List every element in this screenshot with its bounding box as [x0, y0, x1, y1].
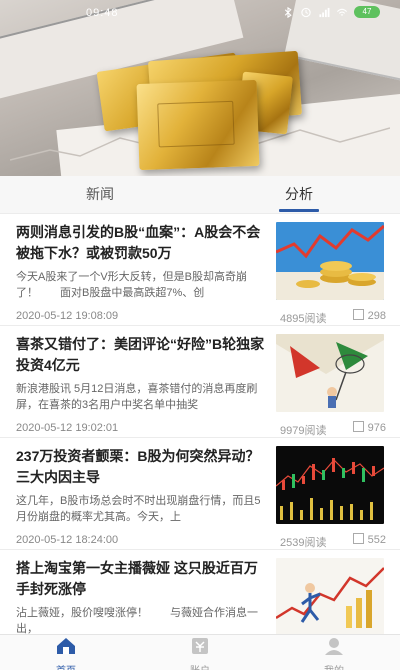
- article-item[interactable]: 237万投资者颤栗：B股为何突然异动？三大内因主导 这几年，B股市场总会时不时出…: [0, 438, 400, 550]
- article-item[interactable]: 两则消息引发的B股“血案”：A股会不会被拖下水？或被罚款50万 今天A股来了一个…: [0, 214, 400, 326]
- share-count[interactable]: 298: [352, 309, 386, 322]
- bluetooth-icon: [284, 6, 292, 18]
- article-date: 2020-05-12 18:24:00: [16, 534, 119, 546]
- share-count-value: 552: [367, 534, 386, 546]
- article-summary: 新浪港股讯 5月12日消息，喜茶错付的消息再度刷屏，在喜茶的3名用户中奖名单中抽…: [16, 383, 258, 411]
- article-date: 2020-05-12 19:08:09: [16, 310, 119, 322]
- article-title[interactable]: 237万投资者颤栗：B股为何突然异动？三大内因主导: [16, 446, 266, 488]
- article-date: 2020-05-12 19:02:01: [16, 422, 119, 434]
- clock-icon: [301, 7, 311, 17]
- article-title[interactable]: 搭上淘宝第一女主播薇娅 这只股近百万手封死涨停: [16, 558, 266, 600]
- thumbnail-image: [276, 446, 384, 524]
- share-icon: [352, 533, 364, 544]
- nav-account[interactable]: 账户: [170, 637, 230, 670]
- tab-bar: 新闻 分析: [0, 176, 400, 214]
- article-item[interactable]: 喜茶又错付了：美团评论“好险”B轮独家投资4亿元 新浪港股讯 5月12日消息，喜…: [0, 326, 400, 438]
- tab-active-indicator: [279, 209, 319, 212]
- candlestick-chart-thumbnail[interactable]: [276, 446, 384, 524]
- account-icon: [192, 638, 208, 654]
- home-icon: [57, 638, 75, 654]
- gold-coins-chart-thumbnail[interactable]: [276, 222, 384, 300]
- tab-analysis[interactable]: 分析: [279, 176, 319, 214]
- tab-analysis-label: 分析: [285, 186, 313, 202]
- nav-account-label: 账户: [170, 662, 230, 670]
- gold-bar-front: [136, 79, 260, 171]
- nav-home[interactable]: 首页: [36, 637, 96, 670]
- article-item[interactable]: 搭上淘宝第一女主播薇娅 这只股近百万手封死涨停 沾上薇娅，股价嗖嗖涨停！ 与薇娅…: [0, 550, 400, 634]
- thumbnail-image: [276, 334, 384, 412]
- profile-icon: [325, 638, 343, 655]
- read-count: 4895阅读: [280, 313, 327, 325]
- nav-profile[interactable]: 我的: [304, 637, 364, 670]
- thumbnail-image: [276, 558, 384, 634]
- wifi-icon: [337, 8, 347, 16]
- hero-banner[interactable]: 09:48 47: [0, 0, 400, 176]
- status-bar: 09:48 47: [0, 6, 400, 24]
- article-title[interactable]: 喜茶又错付了：美团评论“好险”B轮独家投资4亿元: [16, 334, 266, 376]
- nav-home-label: 首页: [36, 662, 96, 670]
- share-icon: [352, 421, 364, 432]
- article-summary: 沾上薇娅，股价嗖嗖涨停！ 与薇娅合作消息一出，: [16, 607, 258, 634]
- share-count-value: 298: [367, 310, 386, 322]
- share-count[interactable]: 552: [352, 533, 386, 546]
- gold-bar-stamp: [157, 100, 235, 148]
- article-title[interactable]: 两则消息引发的B股“血案”：A股会不会被拖下水？或被罚款50万: [16, 222, 266, 264]
- thumbnail-image: [276, 222, 384, 300]
- share-count[interactable]: 976: [352, 421, 386, 434]
- read-count: 2539阅读: [280, 537, 327, 549]
- share-icon: [352, 309, 364, 320]
- bottom-nav: 首页 账户 我的: [0, 634, 400, 670]
- article-summary: 这几年，B股市场总会时不时出现崩盘行情，而且5月份崩盘的概率尤其高。今天，上: [16, 495, 261, 523]
- share-count-value: 976: [367, 422, 386, 434]
- cartoon-net-thumbnail[interactable]: [276, 334, 384, 412]
- tab-news[interactable]: 新闻: [86, 176, 114, 214]
- article-summary: 今天A股来了一个V形大反转，但是B股却高奇崩了！ 面对B股盘中最高跌超7%、创: [16, 271, 248, 299]
- battery-indicator: 47: [354, 6, 380, 18]
- article-list[interactable]: 两则消息引发的B股“血案”：A股会不会被拖下水？或被罚款50万 今天A股来了一个…: [0, 214, 400, 634]
- running-man-chart-thumbnail[interactable]: [276, 558, 384, 634]
- signal-icon: [319, 7, 330, 17]
- read-count: 9979阅读: [280, 425, 327, 437]
- status-time: 09:48: [86, 7, 119, 19]
- nav-profile-label: 我的: [304, 662, 364, 670]
